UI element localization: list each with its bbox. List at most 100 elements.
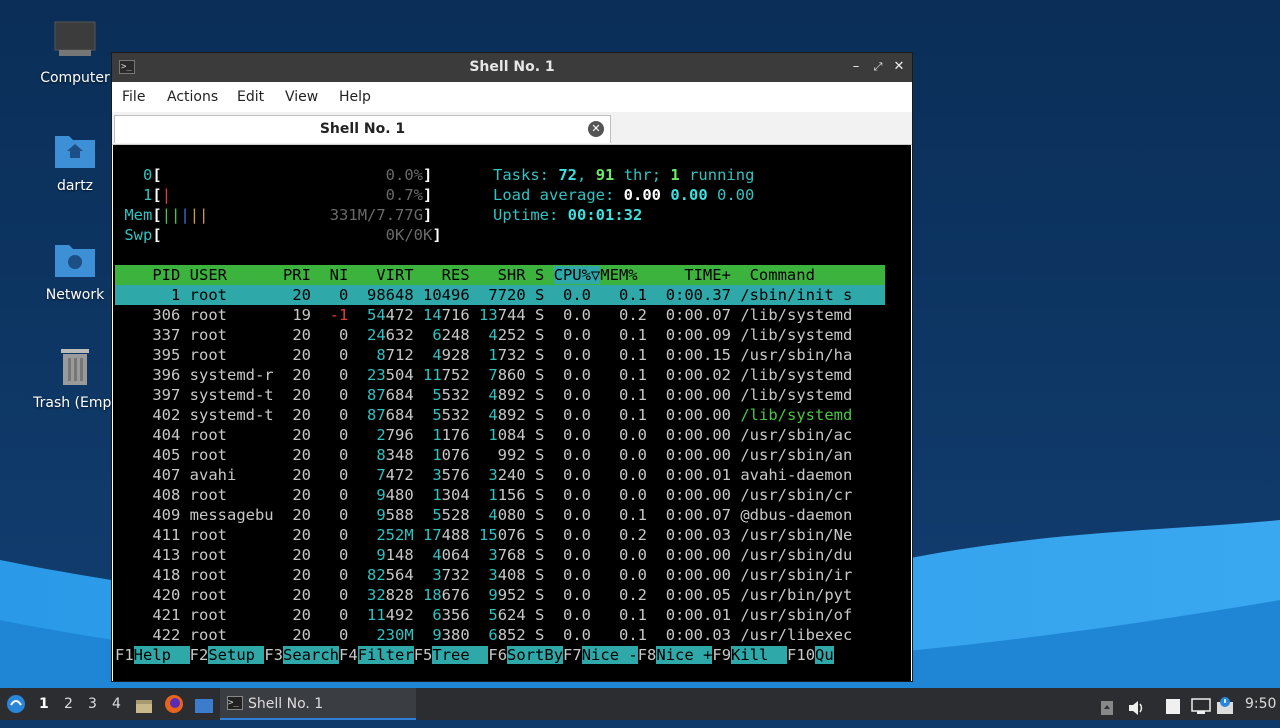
close-button[interactable]: ✕ [891,58,907,76]
firefox-icon[interactable] [164,694,184,714]
desktop-icon-computer[interactable]: Computer [25,20,125,86]
terminal-task-icon: >_ [227,696,243,710]
cpu-cell: 0.0 [553,306,610,324]
process-row[interactable]: 422 root 20 0 230M 9380 6852 S 0.0 0.1 0… [115,625,885,645]
virt-cell: 32828 [357,586,414,604]
pid-cell: 418 [115,566,190,584]
menu-file[interactable]: File [122,89,145,105]
res-cell: 9380 [423,626,470,644]
process-row[interactable]: 397 systemd-t 20 0 87684 5532 4892 S 0.0… [115,385,885,405]
menu-actions[interactable]: Actions [167,89,218,105]
virt-cell: 24632 [357,326,414,344]
fkey-f1[interactable]: F1Help [115,646,190,664]
pri-cell: 20 [282,506,321,524]
clipboard-icon[interactable] [1164,695,1182,714]
clock[interactable]: 9:50 [1245,688,1276,720]
fkey-f4[interactable]: F4Filter [339,646,414,664]
start-menu-icon[interactable] [6,694,28,714]
virt-cell: 54472 [357,306,414,324]
process-row[interactable]: 421 root 20 0 11492 6356 5624 S 0.0 0.1 … [115,605,885,625]
volume-icon[interactable] [1128,696,1146,715]
process-row[interactable]: 411 root 20 0 252M 17488 15076 S 0.0 0.2… [115,525,885,545]
process-row[interactable]: 402 systemd-t 20 0 87684 5532 4892 S 0.0… [115,405,885,425]
taskbar-task-shell[interactable]: >_ Shell No. 1 [220,688,416,720]
menu-help[interactable]: Help [339,89,371,105]
shr-cell: 4892 [479,406,526,424]
tray-updates-icon[interactable] [1100,696,1114,715]
terminal-screen[interactable]: 0[ 0.0%] 1[| 0.7%] Mem[||||| 331M/7.77G]… [113,145,911,681]
desktop-icon-trash[interactable]: Trash (Empt [25,345,125,411]
window-titlebar[interactable]: >_ Shell No. 1 – ⤢ ✕ [112,53,912,82]
mem-cell: 0.1 [609,286,666,304]
process-row[interactable]: 306 root 19 -1 54472 14716 13744 S 0.0 0… [115,305,885,325]
fkey-f5[interactable]: F5Tree [414,646,489,664]
menu-edit[interactable]: Edit [237,89,264,105]
shr-cell: 1732 [479,346,526,364]
pid-cell: 420 [115,586,190,604]
fkey-f9[interactable]: F9Kill [712,646,788,664]
menu-view[interactable]: View [285,89,318,105]
pid-cell: 397 [115,386,190,404]
shr-cell: 3768 [479,546,526,564]
mem-cell: 0.1 [609,506,666,524]
process-row[interactable]: 413 root 20 0 9148 4064 3768 S 0.0 0.0 0… [115,545,885,565]
process-table-header[interactable]: PID USER PRI NI VIRT RES SHR S CPU%▽MEM%… [115,265,885,285]
tab-shell-1[interactable]: Shell No. 1 ✕ [114,115,611,143]
virt-cell: 8712 [357,346,414,364]
fkey-f2[interactable]: F2Setup [190,646,265,664]
time-cell: 0:00.00 [665,486,741,504]
user-cell: avahi [189,466,283,484]
process-row[interactable]: 396 systemd-r 20 0 23504 11752 7860 S 0.… [115,365,885,385]
process-row[interactable]: 404 root 20 0 2796 1176 1084 S 0.0 0.0 0… [115,425,885,445]
pid-cell: 402 [115,406,190,424]
process-row[interactable]: 405 root 20 0 8348 1076 992 S 0.0 0.0 0:… [115,445,885,465]
fkey-number: F1 [115,646,134,664]
fkey-label: Filter [357,646,414,664]
notification-icon[interactable] [1216,695,1234,714]
fkey-label: Search [283,646,340,664]
res-cell: 3732 [423,566,470,584]
process-row[interactable]: 395 root 20 0 8712 4928 1732 S 0.0 0.1 0… [115,345,885,365]
fkey-f10[interactable]: F10Qu [787,646,834,664]
desktop-icon-home[interactable]: dartz [25,128,125,194]
process-row[interactable]: 418 root 20 0 82564 3732 3408 S 0.0 0.0 … [115,565,885,585]
virt-cell: 87684 [357,386,414,404]
pri-cell: 20 [282,446,321,464]
workspace-2[interactable]: 2 [64,688,73,720]
process-row[interactable]: 408 root 20 0 9480 1304 1156 S 0.0 0.0 0… [115,485,885,505]
fkey-f8[interactable]: F8Nice + [638,646,713,664]
process-row[interactable]: 337 root 20 0 24632 6248 4252 S 0.0 0.1 … [115,325,885,345]
process-row[interactable]: 1 root 20 0 98648 10496 7720 S 0.0 0.1 0… [115,285,885,305]
workspace-3[interactable]: 3 [88,688,97,720]
fkey-f7[interactable]: F7Nice - [563,646,638,664]
fkey-f3[interactable]: F3Search [264,646,340,664]
network-status-icon[interactable] [1191,695,1211,714]
process-row[interactable]: 409 messagebu 20 0 9588 5528 4080 S 0.0 … [115,505,885,525]
workspace-4[interactable]: 4 [112,688,121,720]
fkey-label: SortBy [507,646,564,664]
command-cell: /usr/sbin/an [740,446,853,464]
process-row[interactable]: 407 avahi 20 0 7472 3576 3240 S 0.0 0.0 … [115,465,885,485]
user-cell: messagebu [189,506,283,524]
fkey-f6[interactable]: F6SortBy [488,646,564,664]
tasks-meter: Tasks: 72, 91 thr; 1 running [493,166,755,184]
desktop-icon-label: Network [45,287,105,303]
desktop-icon-network[interactable]: Network [25,237,125,303]
mem-cell: 0.1 [609,626,666,644]
tab-close-icon[interactable]: ✕ [588,121,604,137]
maximize-button[interactable]: ⤢ [870,58,886,76]
file-manager-icon[interactable] [135,695,153,713]
tab-label: Shell No. 1 [319,121,406,137]
state-cell: S [525,426,554,444]
workspace-1[interactable]: 1 [39,688,49,720]
process-row[interactable]: 420 root 20 0 32828 18676 9952 S 0.0 0.2… [115,585,885,605]
show-desktop-icon[interactable] [194,695,214,713]
fkey-label: Nice + [656,646,713,664]
desktop-icon-label: dartz [56,178,94,194]
minimize-button[interactable]: – [848,58,864,76]
shr-cell: 4892 [479,386,526,404]
time-cell: 0:00.01 [665,606,741,624]
user-cell: root [189,286,283,304]
res-cell: 18676 [423,586,470,604]
state-cell: S [525,346,554,364]
